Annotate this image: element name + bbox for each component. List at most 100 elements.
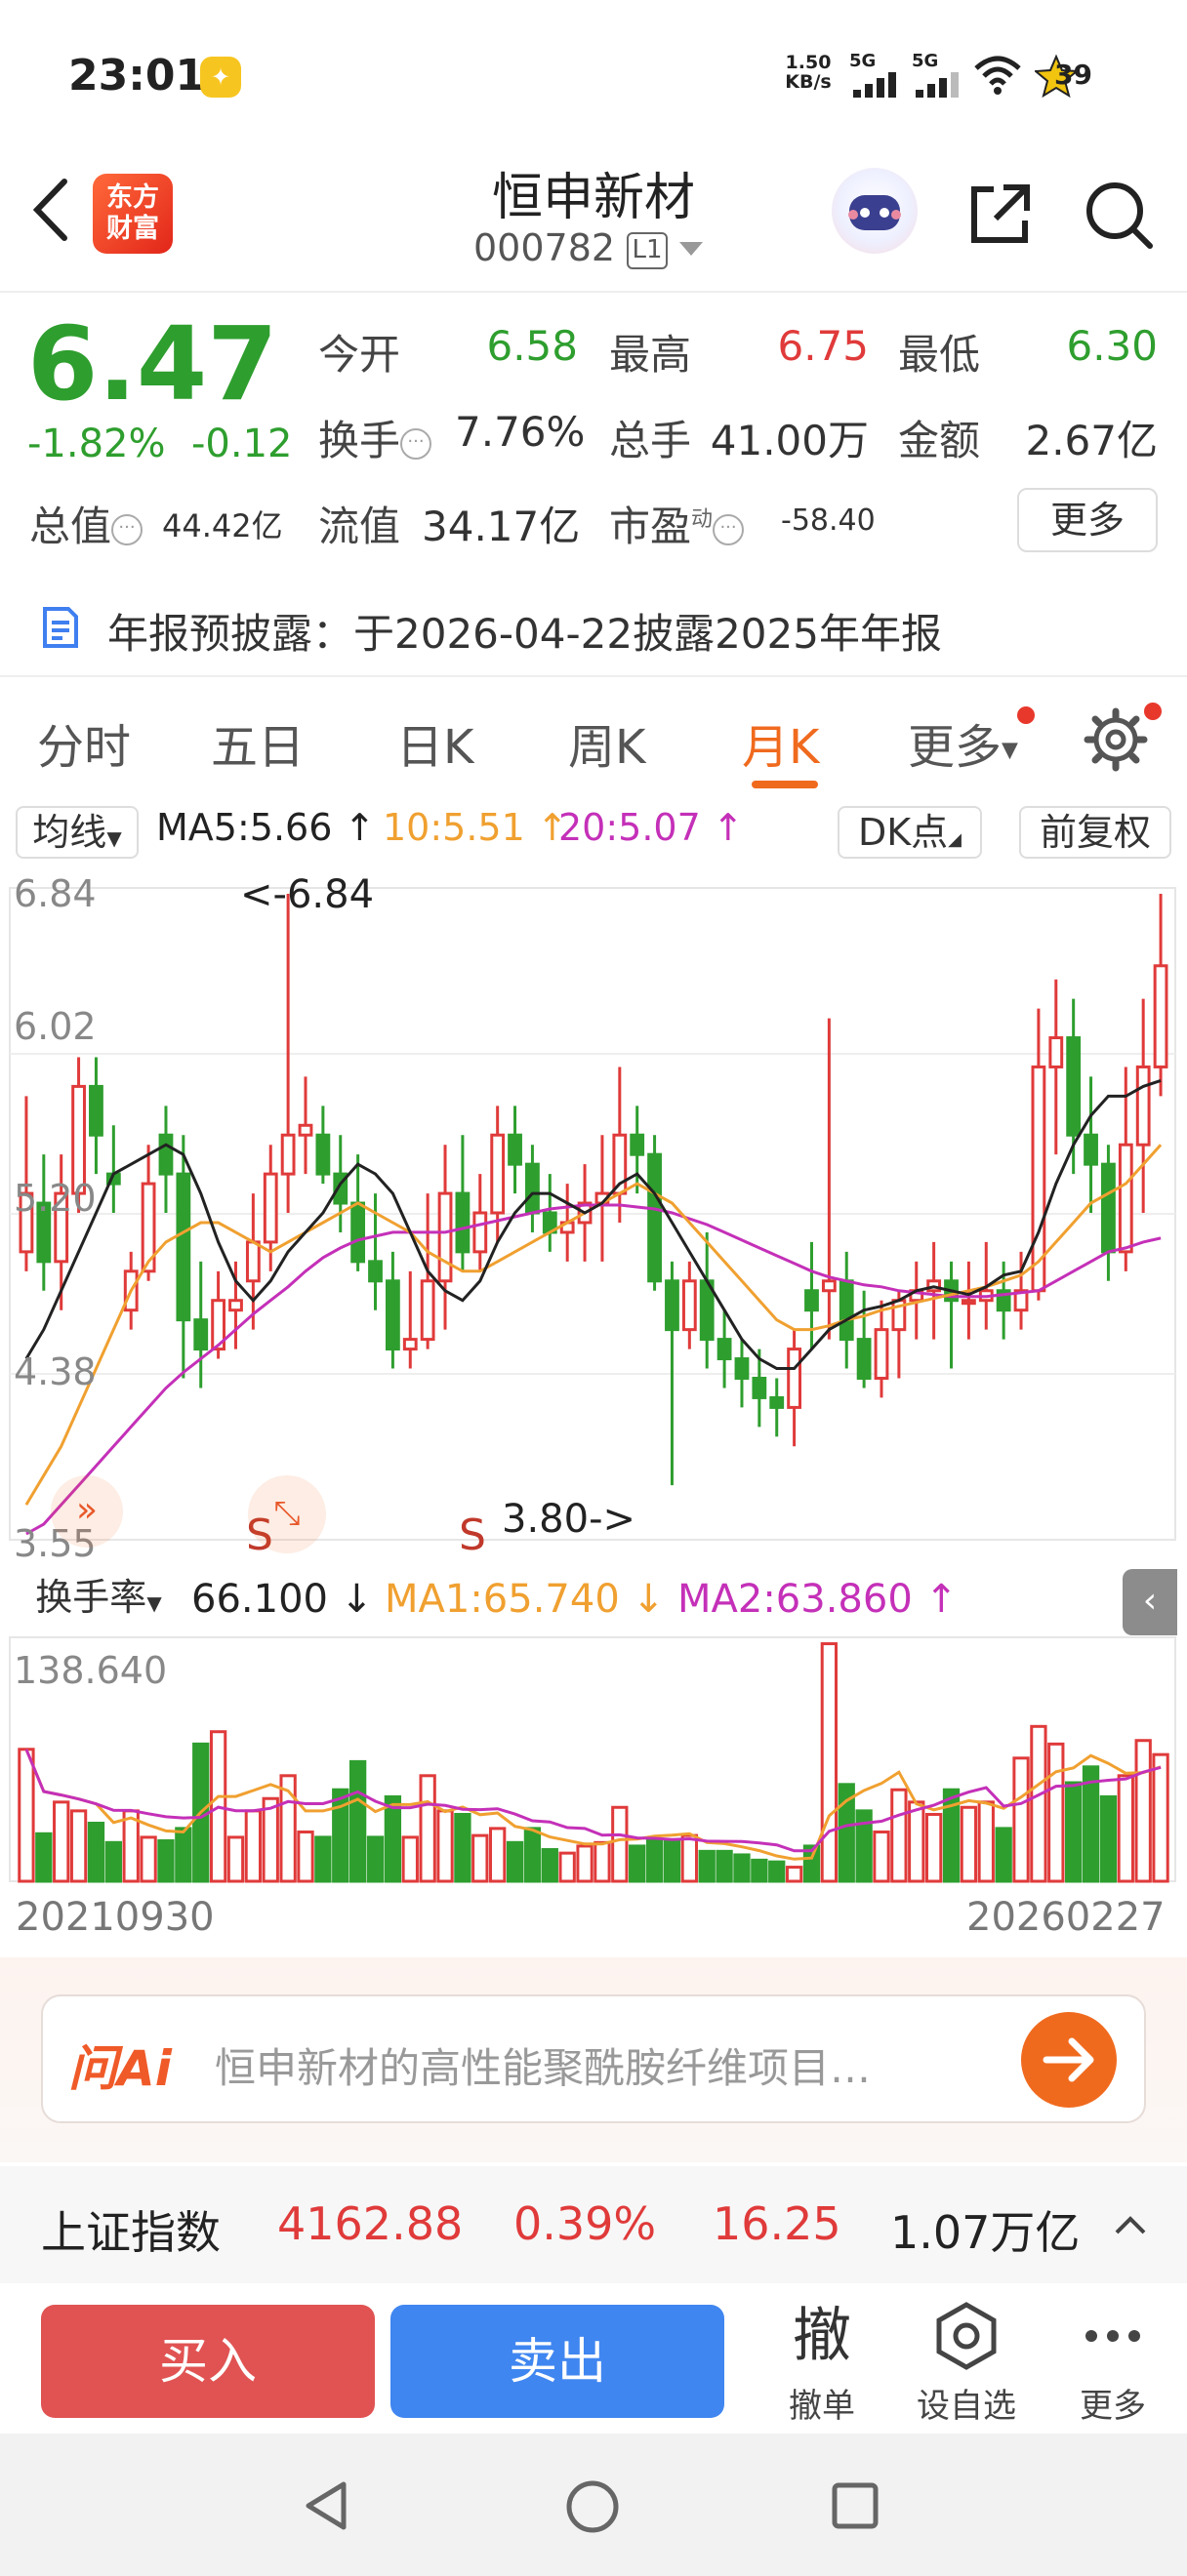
absolute-change: -0.12 — [191, 422, 293, 466]
candle — [944, 1261, 959, 1369]
stock-code[interactable]: 000782 — [473, 226, 615, 269]
turnover-value-label: 66.100 ↓ — [191, 1577, 374, 1622]
turnover-bar — [348, 1759, 367, 1883]
turnover-bar — [698, 1849, 716, 1883]
turnover-bar — [733, 1853, 751, 1883]
turnover-bar — [104, 1840, 122, 1883]
candle — [508, 1106, 522, 1194]
turnover-bar — [297, 1831, 314, 1883]
arrow-right-icon[interactable] — [1021, 2012, 1117, 2108]
high-value: 6.75 — [777, 322, 869, 370]
turnover-bar — [924, 1812, 943, 1883]
chevron-down-icon: ▼ — [146, 1591, 162, 1615]
collapse-panel-button[interactable]: ‹ — [1123, 1569, 1177, 1635]
cancel-order-icon[interactable]: 撤 — [783, 2297, 861, 2375]
tab-monthly-k[interactable]: 月K — [742, 708, 819, 777]
turnover-bar — [436, 1809, 454, 1883]
more-dots-icon[interactable] — [1074, 2297, 1152, 2375]
signal-mark: S — [459, 1510, 486, 1560]
candle — [1153, 894, 1168, 1097]
wifi-icon — [974, 56, 1021, 95]
volume-label: 总手 — [609, 417, 692, 464]
indicator-selector[interactable]: 换手率▼ — [12, 1573, 185, 1628]
signal-icon: 5G — [849, 51, 904, 98]
chevron-down-icon[interactable] — [679, 242, 703, 256]
tab-daily-k[interactable]: 日K — [396, 708, 473, 777]
candle — [1135, 998, 1151, 1214]
notice-text[interactable]: 年报预披露：于2026-04-22披露2025年年报 — [107, 601, 942, 661]
candle — [681, 1261, 697, 1349]
candle — [839, 1251, 854, 1369]
turnover-bar — [890, 1788, 908, 1883]
turnover-bar — [960, 1805, 978, 1883]
sell-button[interactable]: 卖出 — [390, 2305, 724, 2418]
add-watchlist-label[interactable]: 设自选 — [908, 2379, 1025, 2427]
y-tick-label: 6.84 — [14, 872, 97, 915]
active-tab-indicator — [752, 781, 818, 788]
candle — [874, 1300, 889, 1398]
notification-dot — [1017, 706, 1035, 724]
candle — [542, 1174, 557, 1252]
end-date-label: 20260227 — [966, 1895, 1166, 1940]
gear-icon[interactable] — [1084, 707, 1148, 772]
cancel-order-label[interactable]: 撤单 — [763, 2379, 880, 2427]
back-arrow-icon[interactable] — [29, 176, 72, 244]
tab-more[interactable]: 更多▼ — [908, 708, 1018, 777]
info-icon[interactable]: ··· — [713, 513, 745, 545]
chevron-down-icon: ▼ — [106, 826, 122, 850]
turnover-bar — [140, 1835, 157, 1883]
collapse-arrows-icon[interactable]: » — [51, 1475, 123, 1548]
candle — [298, 1076, 313, 1175]
add-watchlist-icon[interactable] — [927, 2297, 1005, 2375]
candle — [158, 1106, 174, 1214]
market-cap-label: 总值 ··· — [29, 494, 143, 553]
candle — [856, 1290, 872, 1389]
app-notification-icon: ✦ — [200, 57, 241, 98]
ma-selector[interactable]: 均线▼ — [16, 806, 139, 859]
adjust-price-button[interactable]: 前复权 — [1019, 806, 1171, 859]
ai-ask-logo: 问Ai — [68, 2040, 172, 2097]
turnover-bar — [873, 1831, 890, 1883]
pe-value: -58.40 — [781, 503, 876, 538]
turnover-bar — [69, 1809, 88, 1883]
search-icon[interactable] — [1082, 178, 1154, 250]
turnover-bar — [175, 1827, 192, 1883]
candle — [787, 1329, 802, 1447]
eastmoney-logo[interactable]: 东方 财富 — [93, 174, 173, 254]
nav-home-icon[interactable] — [564, 2478, 621, 2535]
candlestick-chart[interactable] — [0, 859, 1187, 1561]
tab-weekly-k[interactable]: 周K — [568, 708, 645, 777]
info-icon[interactable]: ··· — [400, 427, 432, 460]
dk-point-button[interactable]: DK点◢ — [838, 806, 982, 859]
turnover-bar — [1030, 1724, 1047, 1883]
ai-suggested-question[interactable]: 恒申新材的高性能聚酰胺纤维项目… — [215, 2035, 976, 2095]
info-icon[interactable]: ··· — [111, 513, 143, 545]
stock-name: 恒申新材 — [491, 169, 695, 227]
tab-five-day[interactable]: 五日 — [211, 708, 305, 777]
nav-recents-icon[interactable] — [830, 2480, 880, 2531]
more-quote-button[interactable]: 更多 — [1017, 488, 1158, 552]
turnover-bar — [908, 1800, 925, 1883]
turnover-bar-chart[interactable] — [0, 1630, 1187, 1887]
candle — [36, 1154, 52, 1291]
chevron-up-icon[interactable] — [1113, 2213, 1148, 2236]
share-icon[interactable] — [964, 178, 1037, 250]
ai-robot-icon[interactable] — [832, 168, 918, 254]
divider — [0, 291, 1187, 293]
buy-button[interactable]: 买入 — [41, 2305, 375, 2418]
chevron-down-icon: ▼ — [1002, 738, 1018, 763]
more-label[interactable]: 更多 — [1054, 2379, 1171, 2427]
tab-intraday[interactable]: 分时 — [37, 708, 131, 777]
turnover-bar — [785, 1866, 803, 1883]
nav-back-icon[interactable] — [303, 2478, 351, 2533]
candle — [385, 1251, 400, 1369]
expand-arrows-icon[interactable]: ⤡ — [248, 1475, 326, 1553]
turnover-bar — [1012, 1756, 1030, 1883]
turnover-bar — [489, 1827, 507, 1883]
turnover-bar — [53, 1800, 70, 1883]
turnover-bar — [226, 1835, 245, 1883]
candle — [176, 1135, 191, 1379]
turnover-bar — [751, 1858, 768, 1883]
volume-max-label: 138.640 — [14, 1649, 168, 1692]
candle — [716, 1309, 732, 1389]
